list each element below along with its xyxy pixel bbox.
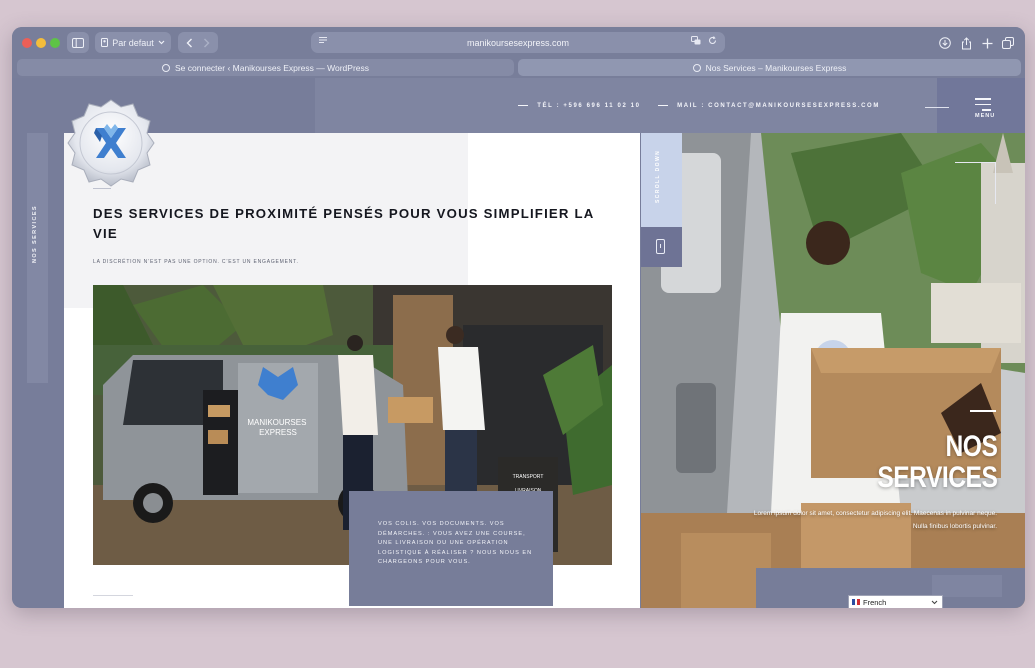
share-icon	[961, 36, 971, 49]
header-contact: TÉL : +596 696 11 02 10 MAIL : CONTACT@M…	[518, 103, 880, 109]
close-window-button[interactable]	[22, 38, 32, 48]
sign-text-transport: TRANSPORT	[513, 474, 544, 480]
bottom-rule	[93, 595, 133, 596]
contact-dash	[518, 104, 528, 106]
zoom-window-button[interactable]	[50, 38, 60, 48]
language-select[interactable]: French	[848, 595, 943, 608]
profile-label: Par defaut	[112, 37, 154, 48]
hero-description-line2: Nulla finibus lobortis pulvinar.	[912, 523, 997, 530]
profile-icon	[101, 38, 109, 47]
share-button[interactable]	[958, 35, 974, 51]
side-label: NOS SERVICES	[32, 205, 38, 263]
address-text: manikoursesexpress.com	[466, 37, 570, 48]
browser-window: Par defaut manikoursesexpress.com Se con…	[12, 27, 1025, 608]
download-icon	[939, 37, 951, 49]
tab-title: Nos Services – Manikourses Express	[705, 62, 847, 73]
reader-icon[interactable]	[319, 36, 327, 44]
forward-icon[interactable]	[203, 38, 210, 48]
tab-overview-button[interactable]	[1000, 35, 1016, 51]
scroll-panel[interactable]	[641, 133, 682, 227]
decorative-corner	[955, 162, 996, 204]
hero-title-line2: SERVICES	[876, 461, 998, 494]
address-bar[interactable]: manikoursesexpress.com	[311, 32, 725, 53]
minimize-window-button[interactable]	[36, 38, 46, 48]
address-actions	[691, 36, 717, 47]
mouse-scroll-icon[interactable]	[656, 239, 665, 254]
hero-description: Lorem ipsum dolor sit amet, consectetur …	[754, 507, 997, 533]
menu-label[interactable]: MENU	[975, 113, 995, 119]
profile-button[interactable]: Par defaut	[95, 32, 171, 53]
services-card: VOS COLIS. VOS DOCUMENTS. VOS DÉMARCHES.…	[349, 491, 553, 606]
browser-toolbar: Par defaut manikoursesexpress.com	[12, 27, 1025, 58]
new-tab-icon	[982, 38, 992, 48]
tab-bar: Se connecter ‹ Manikourses Express — Wor…	[12, 58, 1025, 78]
hero-photo	[641, 133, 1025, 608]
logo-badge[interactable]	[66, 98, 156, 188]
contact-dash	[657, 104, 668, 106]
language-selected: French	[863, 597, 887, 607]
tab-nos-services[interactable]: Nos Services – Manikourses Express	[518, 59, 1021, 76]
tab-wordpress-login[interactable]: Se connecter ‹ Manikourses Express — Wor…	[17, 59, 514, 76]
header-phone[interactable]: TÉL : +596 696 11 02 10	[537, 103, 640, 109]
web-page: TÉL : +596 696 11 02 10 MAIL : CONTACT@M…	[12, 78, 1025, 608]
download-button[interactable]	[937, 35, 953, 51]
footer-block	[932, 575, 1002, 597]
history-navigation	[178, 32, 218, 53]
sidebar-toggle-icon	[72, 37, 84, 48]
menu-divider	[925, 107, 949, 108]
wordpress-favicon-icon	[162, 63, 170, 72]
scroll-label[interactable]: SCROLL DOWN	[655, 150, 661, 203]
tab-title: Se connecter ‹ Manikourses Express — Wor…	[175, 62, 369, 73]
services-card-text: VOS COLIS. VOS DOCUMENTS. VOS DÉMARCHES.…	[378, 521, 533, 565]
tab-overview-icon	[1002, 37, 1014, 49]
page-heading: DES SERVICES DE PROXIMITÉ PENSÉS POUR VO…	[93, 206, 595, 241]
hero-title-line1: NOS	[945, 430, 997, 463]
hero-title: NOS SERVICES	[876, 430, 998, 494]
header-email[interactable]: MAIL : CONTACT@MANIKOURSESEXPRESS.COM	[677, 103, 880, 109]
site-favicon-icon	[692, 63, 701, 72]
chevron-down-icon	[931, 600, 938, 605]
french-flag-icon	[852, 599, 861, 605]
reload-icon[interactable]	[708, 36, 717, 45]
sidebar-toggle-button[interactable]	[67, 32, 89, 53]
translate-icon[interactable]	[691, 36, 701, 45]
new-tab-button[interactable]	[979, 35, 995, 51]
back-icon[interactable]	[186, 38, 193, 48]
hero-description-line1: Lorem ipsum dolor sit amet, consectetur …	[753, 510, 997, 517]
hero-title-rule	[970, 410, 996, 412]
page-subheading: LA DISCRÉTION N’EST PAS UNE OPTION. C’ES…	[93, 259, 299, 265]
chevron-down-icon	[158, 40, 165, 45]
heading-rule	[93, 188, 111, 189]
